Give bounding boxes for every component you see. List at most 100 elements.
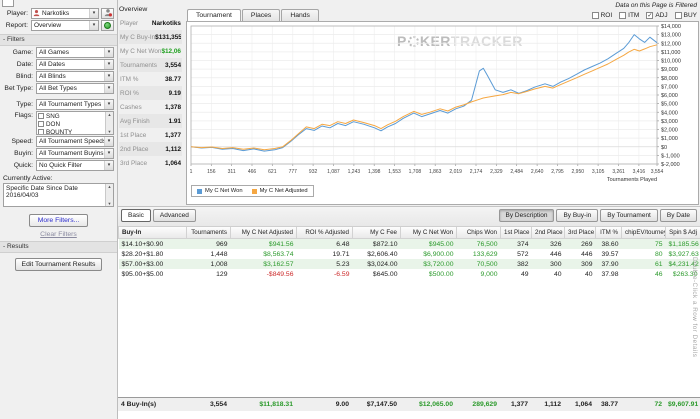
active-filters-scrollbar[interactable]: ▲ ▼ bbox=[105, 184, 113, 206]
cell-1st-place: 49 bbox=[501, 269, 532, 279]
cell-chipev-tourney: 46 bbox=[622, 269, 666, 279]
scroll-down-icon[interactable]: ▼ bbox=[108, 129, 112, 134]
more-filters-button[interactable]: More Filters... bbox=[29, 214, 89, 227]
flag-option-sng[interactable]: SNG bbox=[37, 112, 105, 120]
report-row-3[interactable]: $57.00+$3.001,008$3,162.575.23$3,024.00$… bbox=[119, 259, 700, 269]
cell-1st-place: 374 bbox=[501, 239, 532, 250]
svg-text:Tournaments Played: Tournaments Played bbox=[607, 177, 657, 183]
by-buy-in-button[interactable]: By Buy-in bbox=[556, 209, 598, 222]
overview-stat-row: ITM %38.77 bbox=[119, 72, 182, 86]
cell-buy-in: $28.20+$1.80 bbox=[119, 249, 187, 259]
cell-2nd-place: 300 bbox=[532, 259, 565, 269]
column-header-2nd-place[interactable]: 2nd Place bbox=[532, 227, 565, 239]
toggle-roi[interactable]: ROI bbox=[592, 12, 613, 19]
type-select[interactable]: All Tournament Types▾ bbox=[36, 99, 114, 110]
stat-label: Avg Finish bbox=[120, 118, 150, 125]
flags-items: SNGDONBOUNTY bbox=[37, 112, 105, 134]
toggle-label: BUY bbox=[684, 12, 697, 19]
buyin-select[interactable]: All Tournament Buyins▾ bbox=[36, 148, 114, 159]
cell-my-c-net-won: $500.00 bbox=[401, 269, 457, 279]
filter-label: Blind: bbox=[2, 73, 36, 80]
checkbox-icon bbox=[619, 12, 626, 19]
checkbox-icon bbox=[675, 12, 682, 19]
overview-panel: Overview PlayerNarkotiksMy C Buy-In$131,… bbox=[119, 6, 182, 170]
svg-text:$9,000: $9,000 bbox=[661, 67, 678, 73]
cell-roi-adjusted: 5.23 bbox=[297, 259, 353, 269]
game-select[interactable]: All Games▾ bbox=[36, 47, 114, 58]
svg-text:777: 777 bbox=[289, 169, 298, 175]
scroll-up-icon[interactable]: ▲ bbox=[108, 112, 112, 117]
column-header-my-c-net-won[interactable]: My C Net Won bbox=[401, 227, 457, 239]
cell-chips-won: 133,629 bbox=[457, 249, 501, 259]
column-header-3rd-place[interactable]: 3rd Place bbox=[565, 227, 596, 239]
toggle-itm[interactable]: ITM bbox=[619, 12, 639, 19]
checkbox-icon[interactable] bbox=[38, 129, 44, 135]
summary-my-c-fee: $7,147.50 bbox=[352, 398, 400, 412]
blind-select[interactable]: All Blinds▾ bbox=[36, 71, 114, 82]
cell-spin-adj: $1,185.56 bbox=[666, 239, 700, 250]
svg-text:$5,000: $5,000 bbox=[661, 102, 678, 108]
svg-text:466: 466 bbox=[248, 169, 257, 175]
column-header-chips-won[interactable]: Chips Won bbox=[457, 227, 501, 239]
column-header-1st-place[interactable]: 1st Place bbox=[501, 227, 532, 239]
column-header-tournaments[interactable]: Tournaments bbox=[187, 227, 231, 239]
speed-select[interactable]: All Tournament Speeds▾ bbox=[36, 136, 114, 147]
flag-option-bounty[interactable]: BOUNTY bbox=[37, 128, 105, 135]
column-header-my-c-net-adjusted[interactable]: My C Net Adjusted bbox=[231, 227, 297, 239]
report-select[interactable]: Overview ▾ bbox=[31, 20, 99, 31]
column-header-roi-adjusted[interactable]: ROI % Adjusted bbox=[297, 227, 353, 239]
checkbox-icon[interactable] bbox=[38, 113, 44, 119]
scroll-down-icon[interactable]: ▼ bbox=[108, 201, 112, 206]
svg-text:156: 156 bbox=[207, 169, 216, 175]
stat-label: My C Buy-In bbox=[120, 34, 155, 41]
filtered-note: Data on this Page is Filtered bbox=[615, 2, 697, 9]
select-player-button[interactable] bbox=[101, 8, 114, 19]
column-header-spin-adj[interactable]: Spin $ Adj bbox=[666, 227, 700, 239]
report-row-2[interactable]: $28.20+$1.801,448$8,563.7419.71$2,606.40… bbox=[119, 249, 700, 259]
column-header-itm[interactable]: ITM % bbox=[596, 227, 622, 239]
svg-text:$14,000: $14,000 bbox=[661, 24, 681, 30]
date-select[interactable]: All Dates▾ bbox=[36, 59, 114, 70]
cell-tournaments: 129 bbox=[187, 269, 231, 279]
report-row-1[interactable]: $14.10+$0.90969$941.566.48$872.10$945.00… bbox=[119, 239, 700, 250]
scroll-up-icon[interactable]: ▲ bbox=[108, 184, 112, 189]
summary-chips-won: 289,629 bbox=[456, 398, 500, 412]
double-click-hint: Double-Click a Row for Details bbox=[691, 257, 698, 357]
filter-label: Bet Type: bbox=[2, 85, 36, 92]
cell-my-c-fee: $645.00 bbox=[353, 269, 401, 279]
svg-text:$4,000: $4,000 bbox=[661, 110, 678, 116]
toggle-buy[interactable]: BUY bbox=[675, 12, 697, 19]
cell-tournaments: 1,448 bbox=[187, 249, 231, 259]
advanced-button[interactable]: Advanced bbox=[153, 209, 196, 222]
summary-row: 4 Buy-In(s)3,554$11,818.319.00$7,147.50$… bbox=[118, 398, 700, 412]
checkbox-icon[interactable] bbox=[38, 121, 44, 127]
results-section-header[interactable]: - Results bbox=[0, 241, 117, 253]
active-filter-text: Specific Date Since Date 2016/04/03 bbox=[4, 184, 105, 206]
bet-type-select[interactable]: All Bet Types▾ bbox=[36, 83, 114, 94]
filter-row: Quick:No Quick Filter▾ bbox=[2, 160, 114, 171]
column-header-buy-in[interactable]: Buy-In bbox=[119, 227, 187, 239]
toggle-adj[interactable]: ✓ADJ bbox=[646, 12, 667, 19]
stat-label: 3rd Place bbox=[120, 160, 147, 167]
report-row: Report: Overview ▾ bbox=[2, 20, 114, 31]
basic-button[interactable]: Basic bbox=[121, 209, 151, 222]
summary-1st-place: 1,377 bbox=[500, 398, 531, 412]
by-description-button[interactable]: By Description bbox=[499, 209, 555, 222]
run-report-button[interactable] bbox=[101, 20, 114, 31]
quick-select[interactable]: No Quick Filter▾ bbox=[36, 160, 114, 171]
legend-my-c-net-adjusted: My C Net Adjusted bbox=[252, 188, 308, 194]
filters-section-header[interactable]: - Filters bbox=[0, 34, 117, 46]
column-header-chipev-tourney[interactable]: chipEV/tourney bbox=[622, 227, 666, 239]
stat-label: My C Net Won bbox=[120, 48, 161, 55]
flag-option-don[interactable]: DON bbox=[37, 120, 105, 128]
by-tournament-button[interactable]: By Tournament bbox=[600, 209, 658, 222]
edit-tournament-results-button[interactable]: Edit Tournament Results bbox=[15, 258, 103, 271]
player-select[interactable]: Narkotiks ▾ bbox=[31, 8, 99, 19]
cell-itm: 37.98 bbox=[596, 269, 622, 279]
cell-2nd-place: 40 bbox=[532, 269, 565, 279]
by-date-button[interactable]: By Date bbox=[660, 209, 697, 222]
report-row-4[interactable]: $95.00+$5.00129-$849.56-6.59$645.00$500.… bbox=[119, 269, 700, 279]
flags-scrollbar[interactable]: ▲ ▼ bbox=[105, 112, 113, 134]
column-header-my-c-fee[interactable]: My C Fee bbox=[353, 227, 401, 239]
clear-filters-link[interactable]: Clear Filters bbox=[40, 231, 77, 238]
